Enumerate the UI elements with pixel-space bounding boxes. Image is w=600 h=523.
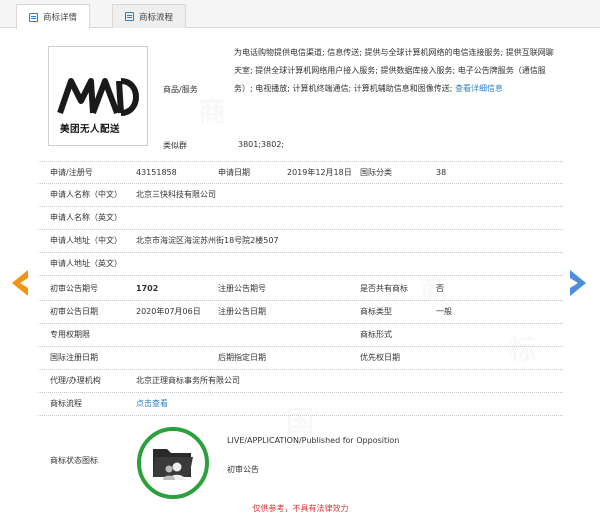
- intl-class-value: 38: [436, 168, 447, 177]
- tab-trademark-details[interactable]: 商标详情: [16, 4, 91, 29]
- address-cn-value: 北京市海淀区海淀苏州街18号院2楼507: [136, 236, 279, 245]
- goods-services-list: 为电话购物提供电信渠道; 信息传送; 提供与全球计算机网络的电信连接服务; 提供…: [234, 48, 554, 93]
- agent-label: 代理/办理机构: [50, 376, 101, 385]
- agent-value: 北京正理商标事务所有限公司: [136, 376, 240, 385]
- reg-pub-date-label: 注册公告日期: [218, 307, 266, 316]
- table-row: 代理/办理机构 北京正理商标事务所有限公司: [38, 370, 563, 393]
- prelim-pub-no-value: 1702: [136, 284, 159, 293]
- reg-no-value: 43151858: [136, 168, 177, 177]
- applicant-en-label: 申请人名称（英文）: [50, 213, 122, 222]
- goods-services-label: 商品/服务: [163, 85, 198, 94]
- tab-trademark-process[interactable]: 商标流程: [112, 4, 187, 28]
- tab-label: 商标详情: [43, 13, 78, 23]
- later-designation-label: 后期指定日期: [218, 353, 266, 362]
- view-details-link[interactable]: 查看详细信息: [455, 84, 503, 93]
- exclusive-term-label: 专用权期限: [50, 330, 90, 339]
- intl-class-label: 国际分类: [360, 168, 392, 177]
- document-icon: [29, 12, 38, 22]
- app-date-value: 2019年12月18日: [287, 168, 352, 177]
- mark-form-label: 商标形式: [360, 330, 392, 339]
- table-row: 申请人地址（英文）: [38, 253, 563, 276]
- mark-type-value: 一般: [436, 307, 452, 316]
- process-label: 商标流程: [50, 399, 82, 408]
- tab-label: 商标流程: [139, 12, 174, 23]
- table-row: 申请人名称（中文） 北京三快科技有限公司: [38, 184, 563, 207]
- disclaimer-text: 仅供参考，不具有法律效力: [252, 504, 349, 513]
- table-row: 初审公告日期 2020年07月06日 注册公告日期 商标类型 一般: [38, 301, 563, 324]
- table-row: 初审公告期号 1702 注册公告期号 是否共有商标 否: [38, 278, 563, 301]
- similar-group-label: 类似群: [163, 141, 187, 150]
- similar-group-value: 3801;3802;: [238, 140, 285, 149]
- applicant-cn-value: 北京三快科技有限公司: [136, 190, 216, 199]
- table-row: 申请/注册号 43151858 申请日期 2019年12月18日 国际分类 38: [38, 161, 563, 184]
- priority-date-label: 优先权日期: [360, 353, 400, 362]
- goods-services-text: 为电话购物提供电信渠道; 信息传送; 提供与全球计算机网络的电信连接服务; 提供…: [234, 44, 556, 98]
- shared-mark-label: 是否共有商标: [360, 284, 408, 293]
- table-row: 专用权期限 商标形式: [38, 324, 563, 347]
- next-arrow-icon[interactable]: [568, 268, 590, 300]
- logo-chinese-text: 美团无人配送: [60, 124, 121, 135]
- mark-type-label: 商标类型: [360, 307, 392, 316]
- prelim-pub-date-label: 初审公告日期: [50, 307, 98, 316]
- trademark-image: 美团无人配送: [48, 46, 148, 146]
- intl-reg-date-label: 国际注册日期: [50, 353, 98, 362]
- tab-bar: 商标详情 商标流程: [0, 0, 600, 29]
- status-badge: [137, 427, 209, 499]
- mad-logo-icon: [57, 78, 139, 116]
- folder-users-icon: [153, 449, 193, 480]
- prelim-pub-no-label: 初审公告期号: [50, 284, 98, 293]
- detail-panel: 中 国 商 标 商 美团无人配送 商品/服务 为电话购物提供电信渠道; 信息传送…: [38, 32, 563, 523]
- view-process-link[interactable]: 点击查看: [136, 393, 168, 415]
- previous-arrow-icon[interactable]: [8, 268, 30, 300]
- applicant-cn-label: 申请人名称（中文）: [50, 190, 122, 199]
- table-row: 申请人名称（英文）: [38, 207, 563, 230]
- watermark: 商: [198, 95, 227, 128]
- document-icon: [125, 12, 134, 21]
- prelim-pub-date-value: 2020年07月06日: [136, 307, 201, 316]
- address-en-label: 申请人地址（英文）: [50, 259, 122, 268]
- app-date-label: 申请日期: [218, 168, 250, 177]
- trademark-detail-page: 商标详情 商标流程 中 国 商 标 商 美团无人配送 商品/服务 为电话购物提供…: [0, 0, 600, 523]
- shared-mark-value: 否: [436, 284, 444, 293]
- status-icon-label: 商标状态图标: [50, 456, 98, 465]
- status-text-chinese: 初审公告: [227, 465, 259, 474]
- status-text-english: LIVE/APPLICATION/Published for Oppositio…: [227, 436, 400, 445]
- table-row: 国际注册日期 后期指定日期 优先权日期: [38, 347, 563, 370]
- address-cn-label: 申请人地址（中文）: [50, 236, 122, 245]
- reg-pub-no-label: 注册公告期号: [218, 284, 266, 293]
- table-row: 申请人地址（中文） 北京市海淀区海淀苏州街18号院2楼507: [38, 230, 563, 253]
- table-row: 商标流程 点击查看: [38, 393, 563, 416]
- reg-no-label: 申请/注册号: [50, 168, 93, 177]
